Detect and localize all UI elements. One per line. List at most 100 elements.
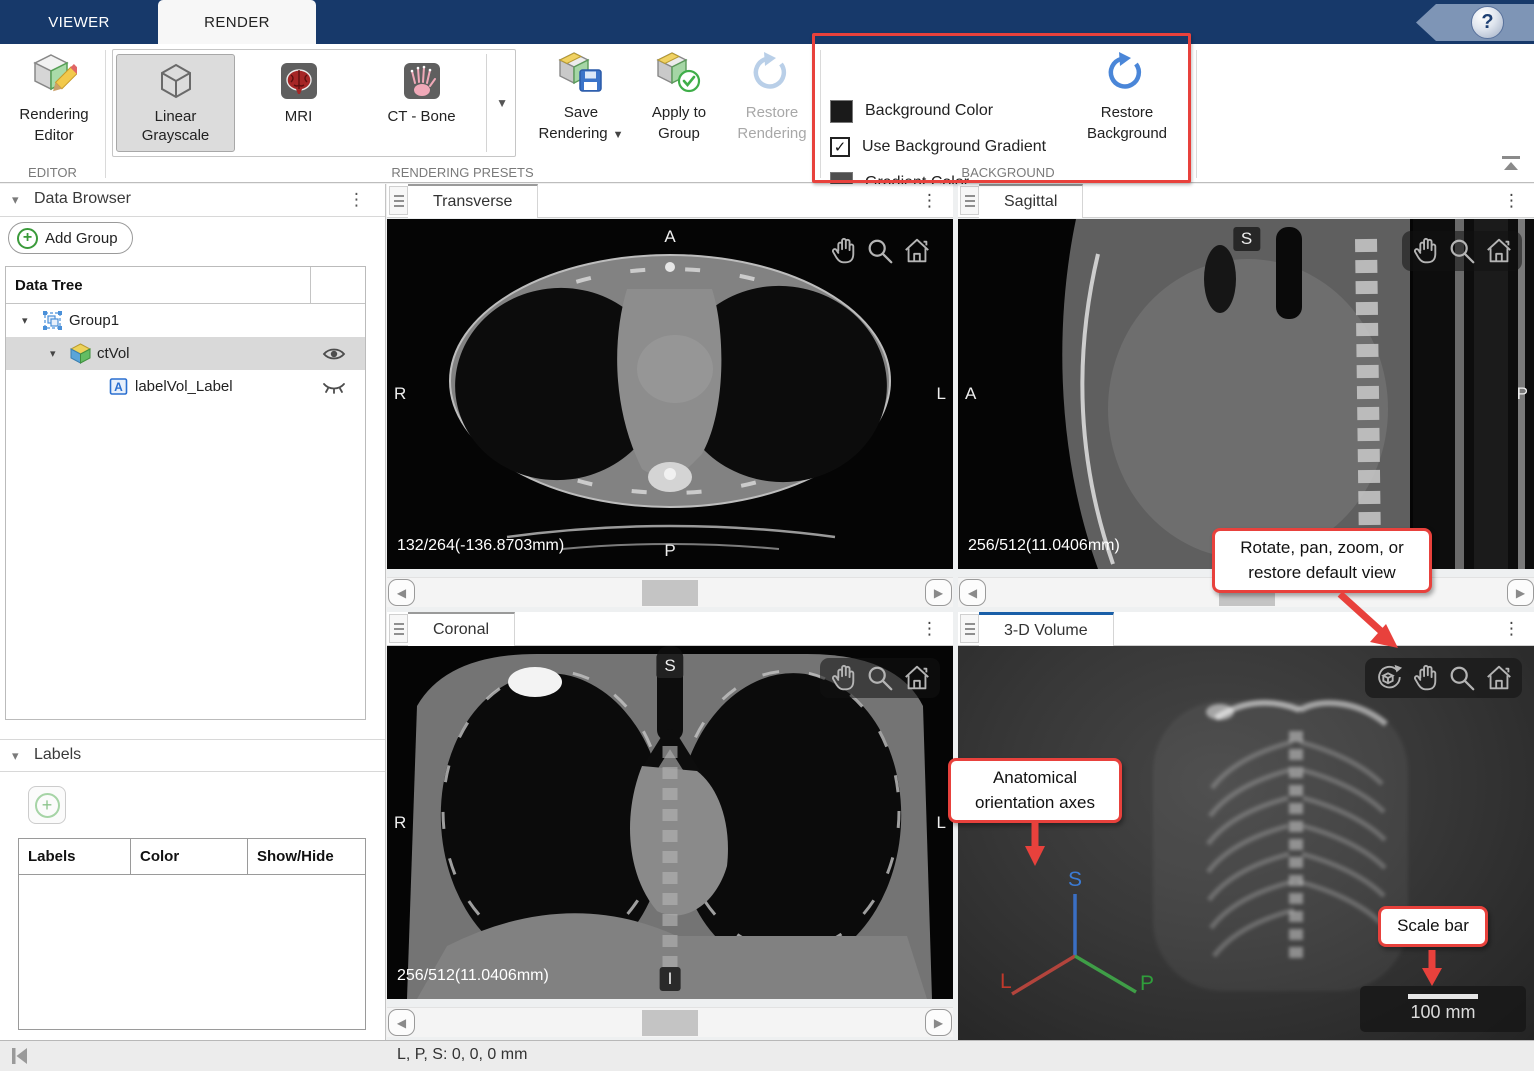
axis-p-label: P (1140, 972, 1154, 995)
use-background-gradient-checkbox[interactable]: ✓ (830, 137, 850, 157)
rotate-3d-icon[interactable] (1373, 663, 1403, 693)
sagittal-viewport[interactable]: S A P 256/512(11.0406mm) (958, 219, 1534, 569)
collapse-sidebar-icon[interactable] (8, 1045, 30, 1071)
preset-linear-grayscale[interactable]: Linear Grayscale (116, 54, 235, 152)
tab-transverse[interactable]: Transverse (408, 184, 538, 218)
tab-sagittal[interactable]: Sagittal (979, 184, 1083, 218)
pan-icon[interactable] (1410, 663, 1440, 693)
add-group-button[interactable]: + Add Group (8, 222, 133, 254)
tab-viewer[interactable]: VIEWER (0, 0, 158, 44)
section-separator (820, 50, 821, 178)
section-label-editor: EDITOR (0, 165, 105, 180)
scale-bar: 100 mm (1360, 986, 1526, 1032)
labels-panel: ▾ Labels (0, 739, 385, 772)
transverse-menu-icon[interactable]: ⋮ (921, 191, 938, 211)
preset-mri[interactable]: MRI (239, 54, 358, 152)
orientation-label-anterior: A (965, 384, 976, 404)
home-icon[interactable] (1484, 236, 1514, 266)
cursor-coordinates: L, P, S: 0, 0, 0 mm (397, 1046, 527, 1064)
minimize-toolstrip-button[interactable] (1502, 156, 1522, 172)
slice-info: 256/512(11.0406mm) (968, 537, 1120, 555)
tab-render[interactable]: RENDER (158, 0, 316, 44)
slice-info: 256/512(11.0406mm) (397, 967, 549, 985)
viewport-grid: Transverse ⋮ A (387, 184, 1534, 1040)
coronal-menu-icon[interactable]: ⋮ (921, 619, 938, 639)
zoom-icon[interactable] (865, 663, 895, 693)
help-button[interactable]: ? (1471, 6, 1504, 39)
collapse-caret-icon[interactable]: ▾ (12, 192, 19, 208)
brain-icon (279, 61, 319, 105)
transverse-slice-scrollbar[interactable]: ◀ ▶ (387, 577, 953, 607)
add-group-label: Add Group (45, 230, 118, 247)
scroll-left-button[interactable]: ◀ (388, 1009, 415, 1036)
apply-to-group-button[interactable]: Apply to Group (636, 50, 722, 144)
orientation-label-inferior: I (660, 967, 681, 991)
rendering-editor-button[interactable]: Rendering Editor (8, 50, 100, 146)
expand-caret-icon[interactable]: ▾ (50, 347, 64, 360)
tab-coronal[interactable]: Coronal (408, 612, 515, 646)
scroll-right-button[interactable]: ▶ (1507, 579, 1534, 606)
preset-ct-bone[interactable]: CT - Bone (362, 54, 481, 152)
scroll-thumb[interactable] (642, 580, 698, 606)
add-label-button[interactable]: + (28, 786, 66, 824)
expand-caret-icon[interactable]: ▾ (22, 314, 36, 327)
toolstrip: Rendering Editor EDITOR Linear Grayscale (0, 44, 1534, 183)
section-separator (1196, 50, 1197, 178)
panel-grip-icon[interactable] (960, 186, 979, 215)
tree-row-labelvol[interactable]: A labelVol_Label (6, 370, 365, 403)
panel-grip-icon[interactable] (389, 614, 408, 643)
add-icon: + (17, 228, 38, 249)
data-browser-header: ▾ Data Browser ⋮ (0, 184, 385, 217)
tree-row-group1[interactable]: ▾ Group1 (6, 304, 365, 337)
data-browser-menu-icon[interactable]: ⋮ (348, 190, 365, 210)
apply-to-group-icon (656, 50, 702, 98)
scroll-right-button[interactable]: ▶ (925, 579, 952, 606)
app-window: VIEWER RENDER ? Ren (0, 0, 1534, 1071)
visibility-eye-closed-icon[interactable] (322, 379, 346, 399)
volume3d-viewport[interactable]: S L P 100 mm (958, 646, 1534, 1040)
restore-rendering-button[interactable]: Restore Rendering (726, 50, 818, 144)
scroll-left-button[interactable]: ◀ (959, 579, 986, 606)
coronal-viewport[interactable]: S R L I 256/512(11.0406mm) (387, 646, 953, 999)
rendering-editor-icon (31, 50, 77, 100)
home-icon[interactable] (902, 236, 932, 266)
scroll-thumb[interactable] (642, 1010, 698, 1036)
transverse-ct-image (387, 219, 953, 569)
home-icon[interactable] (1484, 663, 1514, 693)
restore-background-icon (1105, 50, 1149, 98)
visibility-eye-open-icon[interactable] (322, 346, 346, 366)
preset-label: Linear Grayscale (131, 108, 221, 146)
tree-row-ctvol[interactable]: ▾ ctVol (6, 337, 365, 370)
scroll-left-button[interactable]: ◀ (388, 579, 415, 606)
coronal-panel: Coronal ⋮ S (387, 612, 953, 1040)
collapse-caret-icon[interactable]: ▾ (12, 748, 19, 764)
transverse-panel: Transverse ⋮ A (387, 184, 953, 607)
orientation-label-superior: S (656, 654, 683, 678)
callout-rotate-tip: Rotate, pan, zoom, or restore default vi… (1212, 528, 1432, 593)
zoom-icon[interactable] (1447, 236, 1477, 266)
panel-grip-icon[interactable] (389, 186, 408, 215)
zoom-icon[interactable] (1447, 663, 1477, 693)
background-color-swatch[interactable] (830, 100, 853, 123)
toolstrip-tabbar: VIEWER RENDER ? (0, 0, 1534, 44)
apply-to-group-label: Apply to Group (644, 103, 714, 144)
save-rendering-label: Save Rendering▼ (537, 103, 625, 144)
sagittal-menu-icon[interactable]: ⋮ (1503, 191, 1520, 211)
scroll-right-button[interactable]: ▶ (925, 1009, 952, 1036)
tab-3d-volume[interactable]: 3-D Volume (979, 612, 1114, 646)
transverse-viewport[interactable]: A R L P 132/264(-136.8703mm) (387, 219, 953, 569)
pan-icon[interactable] (1410, 236, 1440, 266)
home-icon[interactable] (902, 663, 932, 693)
volume3d-menu-icon[interactable]: ⋮ (1503, 619, 1520, 639)
use-background-gradient-label: Use Background Gradient (862, 138, 1046, 156)
pan-icon[interactable] (828, 663, 858, 693)
coronal-slice-scrollbar[interactable]: ◀ ▶ (387, 1007, 953, 1037)
save-rendering-button[interactable]: Save Rendering▼ (532, 50, 630, 144)
gallery-expand-caret-icon[interactable]: ▼ (496, 96, 508, 110)
data-tree: Data Tree ▾ Group1 (5, 266, 366, 720)
zoom-icon[interactable] (865, 236, 895, 266)
panel-grip-icon[interactable] (960, 614, 979, 643)
pan-icon[interactable] (828, 236, 858, 266)
cube-wireframe-icon (156, 61, 196, 105)
restore-background-button[interactable]: Restore Background (1075, 50, 1179, 144)
